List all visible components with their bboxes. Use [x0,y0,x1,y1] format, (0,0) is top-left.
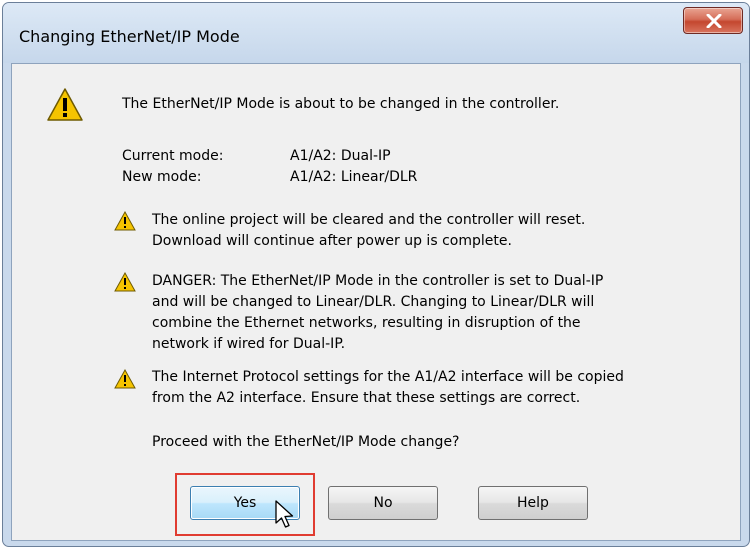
current-mode-value: A1/A2: Dual-IP [290,148,391,164]
help-button[interactable]: Help [478,486,588,520]
dialog-window: Changing EtherNet/IP Mode The EtherNet/I… [2,2,750,547]
dialog-body: The EtherNet/IP Mode is about to be chan… [11,63,741,541]
warning-text-reset: The online project will be cleared and t… [152,212,586,249]
confirm-question: Proceed with the EtherNet/IP Mode change… [152,434,460,450]
title-bar[interactable]: Changing EtherNet/IP Mode [3,3,749,63]
warning-triangle-icon [114,272,136,292]
mouse-pointer-icon [275,500,294,528]
close-button[interactable] [683,7,743,34]
current-mode-label: Current mode: [122,148,224,164]
warning-triangle-icon [47,88,83,121]
no-button[interactable]: No [328,486,438,520]
warning-text-danger: DANGER: The EtherNet/IP Mode in the cont… [152,273,604,352]
close-icon [706,14,722,28]
warning-triangle-icon [114,211,136,231]
window-title: Changing EtherNet/IP Mode [19,27,240,46]
warning-triangle-icon [114,369,136,389]
warning-text-ip-settings: The Internet Protocol settings for the A… [152,369,624,406]
new-mode-label: New mode: [122,169,202,185]
new-mode-value: A1/A2: Linear/DLR [290,169,418,185]
headline-text: The EtherNet/IP Mode is about to be chan… [122,96,560,112]
